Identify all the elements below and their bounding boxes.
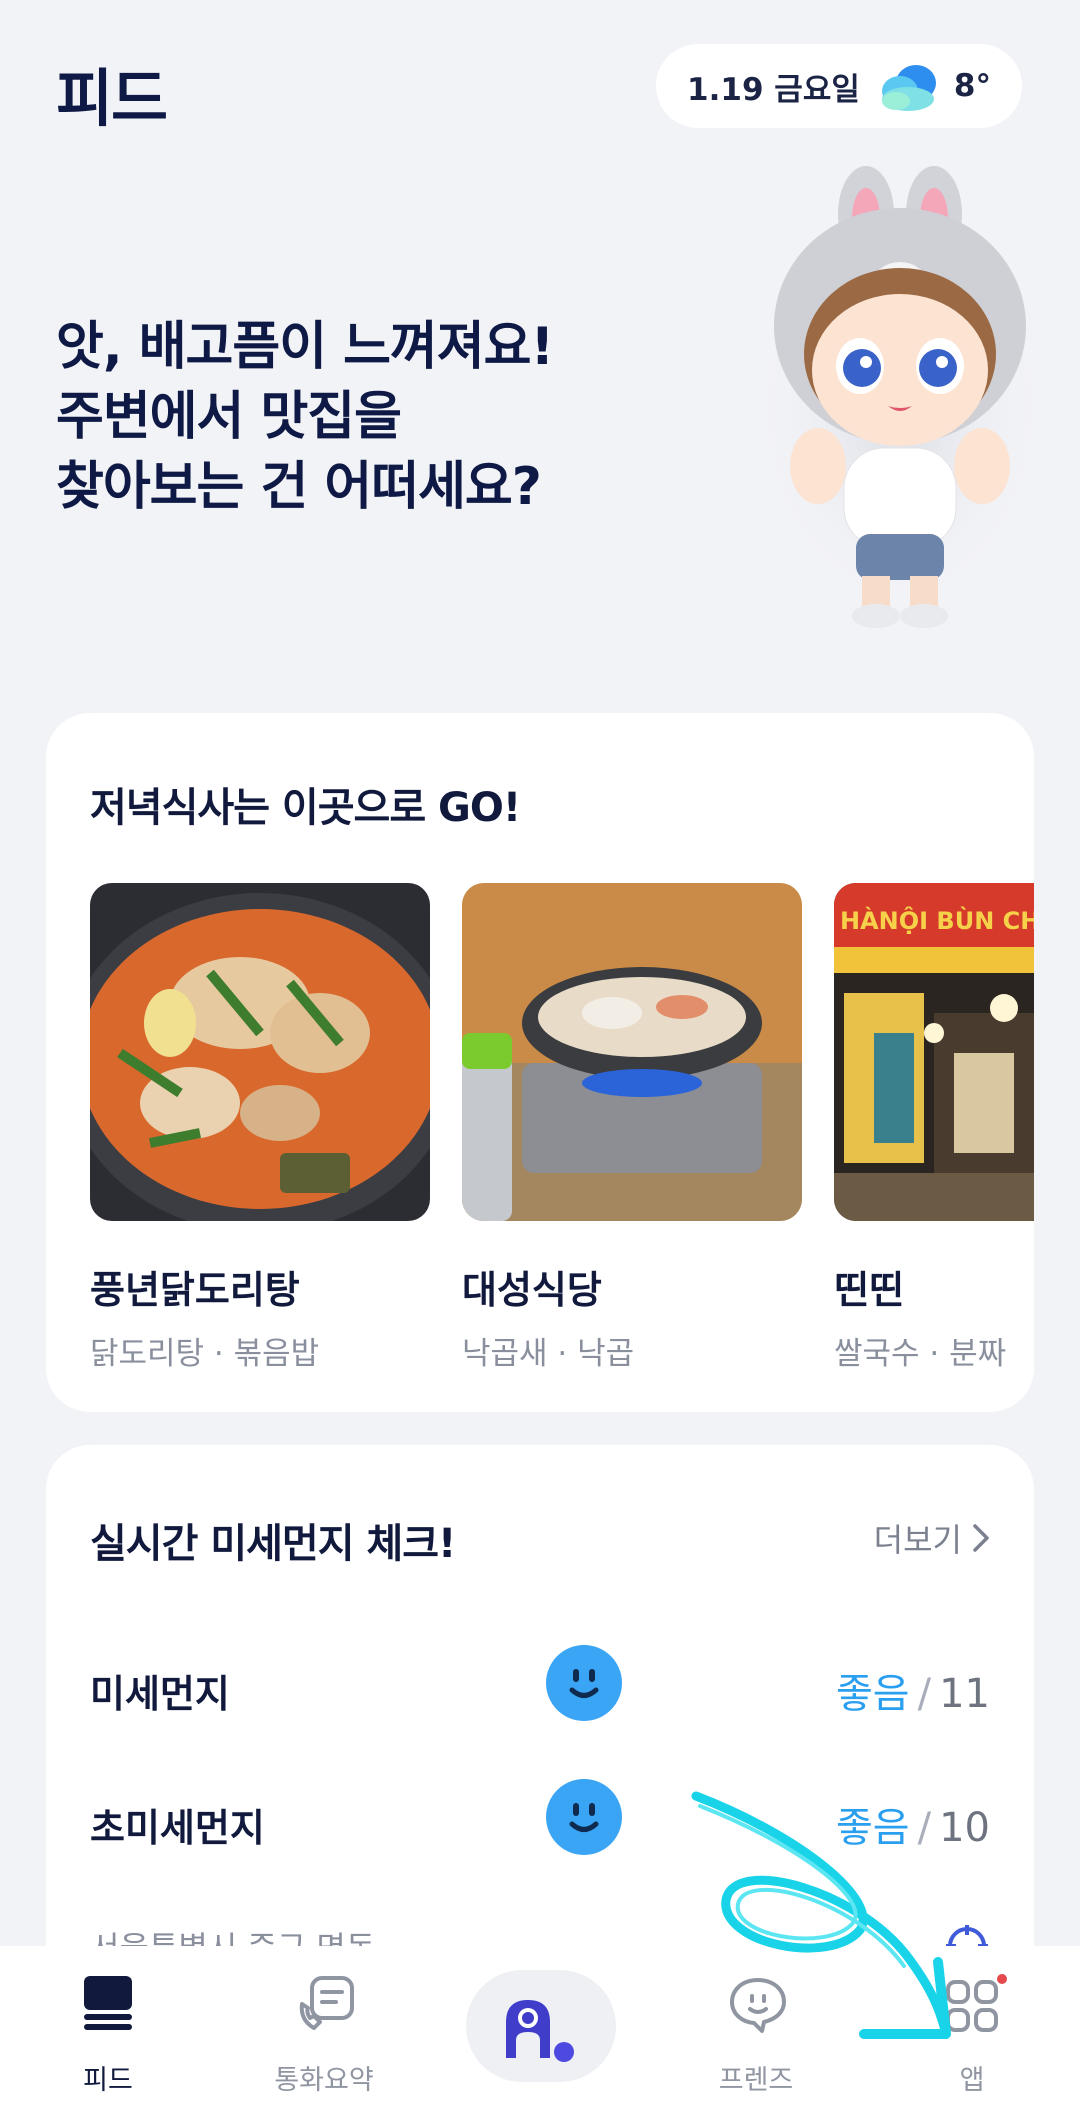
call-summary-icon [299, 1976, 354, 2030]
bunny-mascot-character[interactable] [760, 166, 1060, 636]
restaurant-item[interactable]: HÀNỘI BÙN CH 띤띤 쌀국수 · 분짜 [834, 883, 1034, 1373]
fine-dust-label: 미세먼지 [90, 1672, 230, 1716]
weather-temperature: 8° [953, 68, 991, 104]
smiley-face-icon [546, 1645, 622, 1721]
feed-icon [84, 1976, 132, 2030]
nav-item-assistant[interactable] [466, 1970, 616, 2082]
restaurant-carousel[interactable]: 풍년닭도리탕 닭도리탕 · 볶음밥 대성식당 낙곱새 · 낙곱 HÀNỘI BÙ… [90, 883, 1034, 1383]
restaurant-item[interactable]: 풍년닭도리탕 닭도리탕 · 볶음밥 [90, 883, 430, 1373]
air-quality-card-title: 실시간 미세먼지 체크! [90, 1521, 456, 1567]
restaurant-photo[interactable] [462, 883, 802, 1221]
more-label: 더보기 [873, 1521, 962, 1559]
fine-dust-value: 좋음/11 [836, 1671, 990, 1717]
restaurant-menu-tags: 낙곱새 · 낙곱 [462, 1336, 635, 1372]
nav-item-call-summary[interactable]: 통화요약 [254, 1946, 394, 2106]
hero-line: 주변에서 맛집을 [56, 387, 402, 447]
cloud-icon [881, 65, 936, 111]
hero-line: 찾아보는 건 어떠세요? [56, 457, 542, 517]
assistant-icon [506, 2000, 574, 2062]
nav-label-feed: 피드 [83, 2065, 133, 2096]
nav-label-friends: 프렌즈 [718, 2065, 794, 2096]
ultrafine-dust-label: 초미세먼지 [90, 1806, 265, 1850]
restaurant-name[interactable]: 띤띤 [834, 1259, 1034, 1314]
chevron-right-icon [973, 1524, 989, 1552]
hero-message: 앗, 배고픔이 느껴져요! 주변에서 맛집을 찾아보는 건 어떠세요? [56, 312, 656, 522]
ultrafine-dust-grade: 좋음 [836, 1805, 910, 1851]
restaurant-name[interactable]: 풍년닭도리탕 [90, 1259, 430, 1314]
restaurant-photo[interactable]: HÀNỘI BÙN CH [834, 883, 1034, 1221]
more-button[interactable]: 더보기 [874, 1515, 990, 1561]
apps-grid-icon [946, 1974, 1007, 2032]
dinner-card-title: 저녁식사는 이곳으로 GO! [90, 785, 521, 831]
weather-widget[interactable]: 1.19 금요일 8° [656, 44, 1022, 128]
nav-label-call-summary: 통화요약 [274, 2065, 374, 2096]
restaurant-sign-text: HÀNỘI BÙN CH [840, 907, 1034, 935]
friends-chat-icon [730, 1978, 786, 2033]
weather-date: 1.19 금요일 [687, 71, 860, 108]
fine-dust-row: 미세먼지 좋음/11 [90, 1645, 990, 1725]
restaurant-menu-tags: 쌀국수 · 분짜 [834, 1336, 1007, 1372]
restaurant-menu-tags: 닭도리탕 · 볶음밥 [90, 1336, 320, 1372]
ultrafine-dust-value: 좋음/10 [836, 1805, 990, 1851]
nav-item-friends[interactable]: 프렌즈 [686, 1946, 826, 2106]
nav-item-apps[interactable]: 앱 [902, 1946, 1042, 2106]
restaurant-item[interactable]: 대성식당 낙곱새 · 낙곱 [462, 883, 802, 1373]
restaurant-name[interactable]: 대성식당 [462, 1259, 802, 1314]
page-title: 피드 [56, 62, 168, 135]
fine-dust-grade: 좋음 [836, 1671, 910, 1717]
restaurant-photo[interactable] [90, 883, 430, 1221]
bottom-navigation: 피드 통화요약 프렌즈 앱 [0, 1946, 1080, 2106]
ultrafine-dust-row: 초미세먼지 좋음/10 [90, 1779, 990, 1859]
nav-item-feed[interactable]: 피드 [38, 1946, 178, 2106]
smiley-face-icon [546, 1779, 622, 1855]
fine-dust-number: 11 [939, 1671, 990, 1717]
hero-line: 앗, 배고픔이 느껴져요! [56, 317, 554, 377]
ultrafine-dust-number: 10 [939, 1805, 990, 1851]
nav-label-apps: 앱 [959, 2065, 985, 2096]
dinner-recommendation-card: 저녁식사는 이곳으로 GO! 풍년닭도리탕 닭도리탕 · 볶음밥 대성식당 낙곱… [46, 713, 1034, 1412]
